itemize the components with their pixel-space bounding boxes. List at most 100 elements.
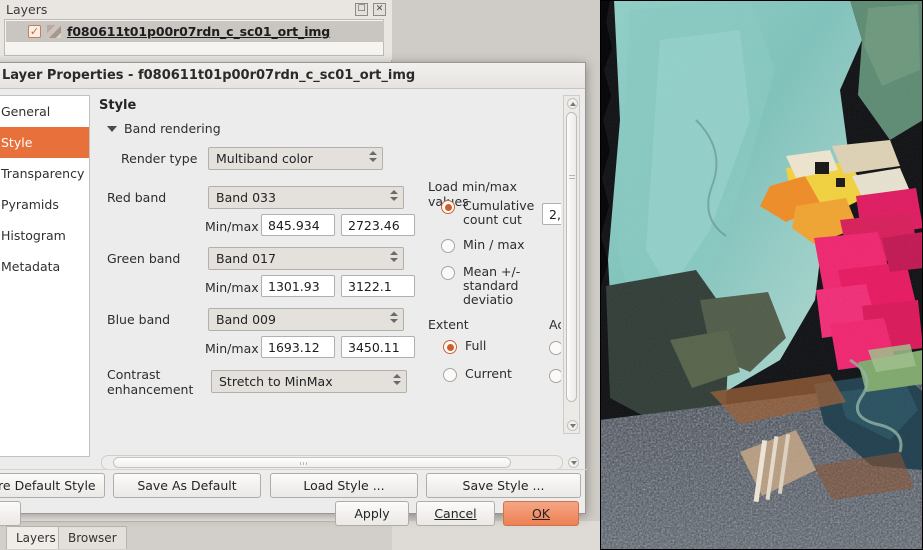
raster-layer-icon [47, 25, 61, 38]
layer-properties-dialog: Layer Properties - f080611t01p00r07rdn_c… [0, 62, 587, 526]
sidebar-item-style[interactable]: Style [0, 127, 89, 158]
render-type-select[interactable]: Multiband color [208, 147, 383, 170]
vertical-scroll-thumb[interactable] [566, 112, 577, 402]
sidebar-item-label: Histogram [1, 228, 66, 243]
sidebar-item-histogram[interactable]: Histogram [0, 220, 89, 251]
red-min-input[interactable]: 845.934 [261, 214, 335, 236]
blue-band-select[interactable]: Band 009 [208, 308, 404, 331]
chevron-updown-icon [390, 190, 398, 201]
red-band-select[interactable]: Band 033 [208, 186, 404, 209]
chevron-updown-icon [390, 251, 398, 262]
radio-indicator [441, 200, 455, 214]
radio-accuracy-actual[interactable] [549, 369, 561, 383]
blue-min-input[interactable]: 1693.12 [261, 336, 335, 358]
chevron-down-icon [107, 125, 117, 132]
restore-default-style-button[interactable]: ore Default Style [0, 473, 105, 498]
radio-extent-current[interactable]: Current [443, 367, 512, 382]
save-style-button[interactable]: Save Style ... [426, 473, 581, 498]
red-minmax-label: Min/max [205, 219, 259, 234]
chevron-updown-icon [390, 312, 398, 323]
green-band-value: Band 017 [216, 251, 276, 266]
panel-scroll-down-icon[interactable] [568, 457, 579, 468]
layer-tree-item[interactable]: ✓ f080611t01p00r07rdn_c_sc01_ort_img [6, 21, 384, 42]
red-band-value: Band 033 [216, 190, 276, 205]
radio-label: Min / max [463, 237, 525, 252]
tab-browser[interactable]: Browser [58, 526, 127, 549]
chevron-updown-icon [369, 151, 377, 162]
cancel-label: Cancel [434, 506, 477, 521]
chevron-updown-icon [393, 374, 401, 385]
style-vertical-scrollbar[interactable] [563, 95, 580, 434]
layer-tree[interactable]: ✓ f080611t01p00r07rdn_c_sc01_ort_img [4, 19, 384, 56]
scroll-up-icon[interactable] [567, 98, 578, 109]
scroll-down-icon[interactable] [567, 420, 578, 431]
layers-panel-buttons: ☐ ✕ [355, 3, 386, 16]
radio-cumulative-count-cut[interactable]: Cumulative count cut [441, 199, 541, 227]
radio-indicator [441, 266, 455, 280]
dialog-sidebar: General Style Transparency Pyramids Hist… [0, 95, 90, 457]
blue-minmax-label: Min/max [205, 341, 259, 356]
blue-max-input[interactable]: 3450.11 [341, 336, 415, 358]
contrast-enhancement-value: Stretch to MinMax [219, 374, 333, 389]
sidebar-item-metadata[interactable]: Metadata [0, 251, 89, 282]
sidebar-item-pyramids[interactable]: Pyramids [0, 189, 89, 220]
save-as-default-button[interactable]: Save As Default [113, 473, 261, 498]
load-style-button[interactable]: Load Style ... [270, 473, 418, 498]
radio-mean-std-dev[interactable]: Mean +/- standard deviatio [441, 265, 543, 307]
help-button[interactable]: lp [0, 501, 21, 526]
green-max-input[interactable]: 3122.1 [341, 275, 415, 297]
render-type-value: Multiband color [216, 151, 313, 166]
map-canvas[interactable] [600, 0, 923, 550]
ok-button[interactable]: OK [503, 501, 579, 526]
radio-label: Mean +/- standard deviatio [463, 264, 521, 307]
style-panel: Style Band rendering Render type Multiba… [93, 95, 580, 457]
radio-label: Current [465, 366, 512, 381]
dialog-body: General Style Transparency Pyramids Hist… [0, 89, 587, 470]
radio-extent-full[interactable]: Full [443, 339, 486, 354]
close-panel-icon[interactable]: ✕ [373, 3, 386, 16]
layer-name-label: f080611t01p00r07rdn_c_sc01_ort_img [67, 24, 331, 39]
extent-title: Extent [428, 317, 469, 332]
radio-indicator [443, 368, 457, 382]
layer-visibility-checkbox[interactable]: ✓ [28, 25, 41, 38]
radio-indicator [443, 340, 457, 354]
layers-panel: Layers ☐ ✕ ✓ f080611t01p00r07rdn_c_sc01_… [0, 0, 392, 60]
radio-min-max[interactable]: Min / max [441, 238, 525, 253]
sidebar-item-transparency[interactable]: Transparency [0, 158, 89, 189]
green-band-select[interactable]: Band 017 [208, 247, 404, 270]
accuracy-title: Ac [549, 317, 561, 332]
layers-panel-title: Layers [6, 2, 48, 17]
ok-label: OK [531, 506, 551, 521]
contrast-enhancement-select[interactable]: Stretch to MinMax [211, 370, 407, 393]
green-minmax-label: Min/max [205, 280, 259, 295]
red-max-input[interactable]: 2723.46 [341, 214, 415, 236]
green-band-label: Green band [107, 251, 181, 266]
sidebar-item-label: Pyramids [1, 197, 59, 212]
sidebar-item-label: Metadata [1, 259, 61, 274]
tab-layers[interactable]: Layers [6, 526, 66, 549]
band-rendering-group-header[interactable]: Band rendering [107, 121, 221, 136]
raster-layer-preview [600, 0, 923, 550]
contrast-enhancement-label: Contrast enhancement [107, 367, 194, 397]
sidebar-item-label: General [1, 104, 51, 119]
dialog-title: Layer Properties - f080611t01p00r07rdn_c… [0, 63, 585, 89]
page-title: Style [99, 98, 137, 113]
radio-label: Cumulative count cut [463, 198, 535, 227]
apply-button[interactable]: Apply [335, 501, 409, 526]
radio-accuracy-estimate[interactable] [549, 341, 561, 355]
green-min-input[interactable]: 1301.93 [261, 275, 335, 297]
band-rendering-label: Band rendering [124, 121, 221, 136]
dialog-divider [0, 469, 587, 470]
style-horizontal-scrollbar[interactable] [101, 455, 563, 470]
float-panel-icon[interactable]: ☐ [355, 3, 368, 16]
cumulative-count-cut-input[interactable]: 2,0 [542, 203, 561, 225]
radio-indicator [441, 239, 455, 253]
blue-band-label: Blue band [107, 312, 171, 327]
horizontal-scroll-thumb[interactable] [113, 457, 511, 468]
sidebar-item-label: Transparency [1, 166, 85, 181]
cancel-button[interactable]: Cancel [416, 501, 495, 526]
red-band-label: Red band [107, 190, 167, 205]
style-scroll-area: Style Band rendering Render type Multiba… [93, 95, 561, 434]
sidebar-item-general[interactable]: General [0, 96, 89, 127]
render-type-label: Render type [121, 151, 198, 166]
